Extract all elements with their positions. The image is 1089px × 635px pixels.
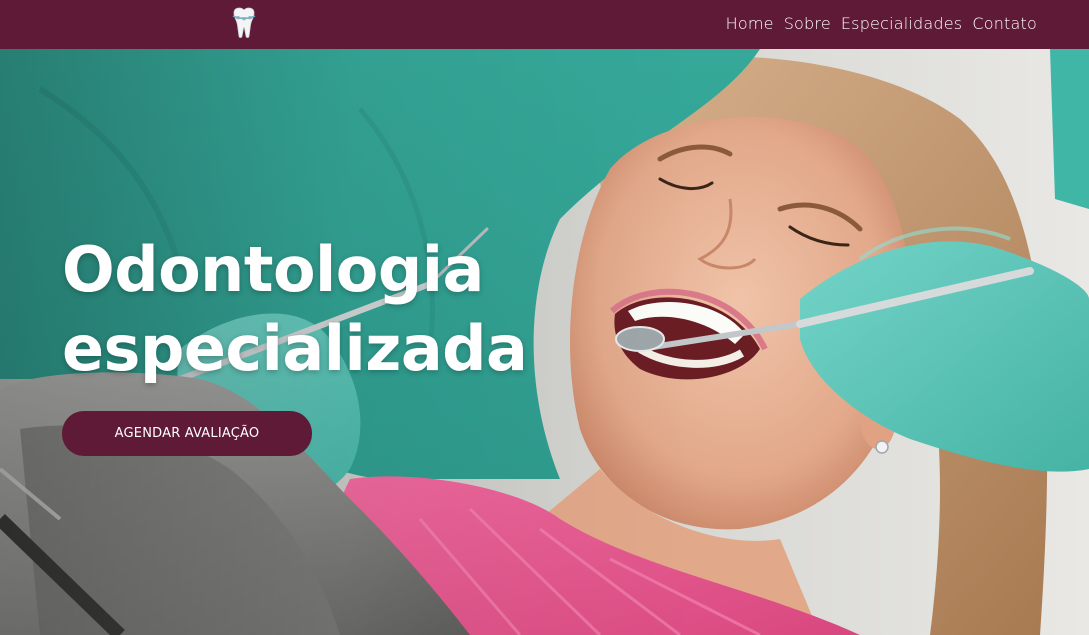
nav-link-sobre[interactable]: Sobre	[784, 14, 831, 33]
main-nav: Home Sobre Especialidades Contato	[726, 14, 1037, 33]
schedule-appointment-button[interactable]: AGENDAR AVALIAÇÃO	[62, 411, 312, 456]
hero-title-line-2: especializada	[62, 312, 528, 385]
hero-title: Odontologia especializada	[62, 230, 582, 388]
tooth-logo-icon[interactable]	[226, 4, 262, 40]
nav-link-contato[interactable]: Contato	[972, 14, 1037, 33]
nav-link-home[interactable]: Home	[726, 14, 774, 33]
nav-link-especialidades[interactable]: Especialidades	[841, 14, 962, 33]
top-navbar: Home Sobre Especialidades Contato	[0, 0, 1089, 49]
hero-title-line-1: Odontologia	[62, 233, 484, 306]
hero-section: Odontologia especializada AGENDAR AVALIA…	[0, 49, 1089, 635]
